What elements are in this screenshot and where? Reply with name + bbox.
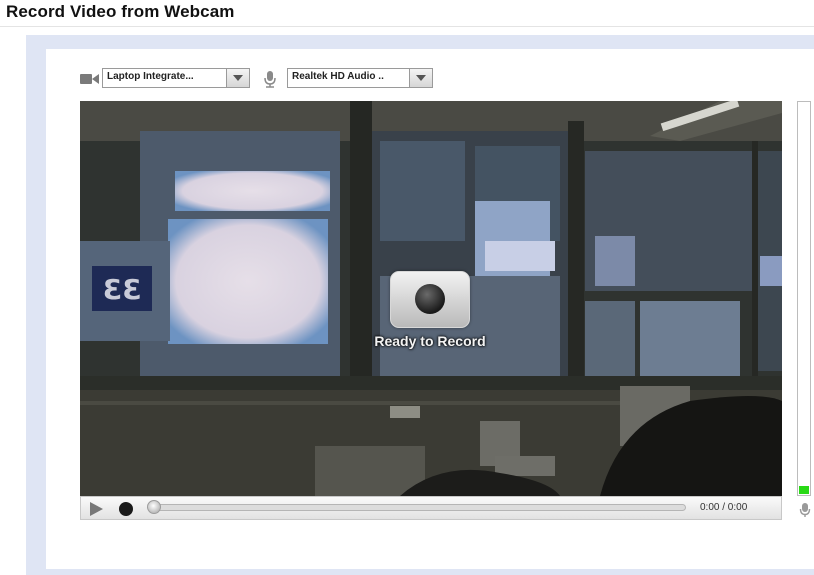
camera-select-value: Laptop Integrate... [107, 71, 194, 82]
microphone-select[interactable]: Realtek HD Audio .. [287, 68, 433, 88]
record-icon [415, 284, 445, 314]
play-icon[interactable] [88, 501, 104, 517]
camera-select[interactable]: Laptop Integrate... [102, 68, 250, 88]
svg-text:33: 33 [103, 273, 142, 306]
seek-bar[interactable] [148, 504, 686, 511]
time-display: 0:00 / 0:00 [700, 502, 748, 513]
status-text: Ready to Record [374, 333, 486, 349]
chevron-down-icon[interactable] [226, 69, 249, 87]
audio-level-meter [797, 101, 811, 496]
record-dot-icon[interactable] [119, 502, 133, 516]
title-divider [0, 26, 814, 27]
chevron-down-icon[interactable] [409, 69, 432, 87]
microphone-icon [264, 71, 276, 88]
record-button[interactable] [390, 271, 470, 328]
seek-thumb[interactable] [147, 500, 161, 514]
audio-level-fill [799, 486, 809, 494]
video-camera-icon [80, 74, 99, 84]
page-title: Record Video from Webcam [6, 2, 235, 21]
microphone-icon [799, 503, 811, 517]
microphone-select-value: Realtek HD Audio .. [292, 71, 384, 82]
